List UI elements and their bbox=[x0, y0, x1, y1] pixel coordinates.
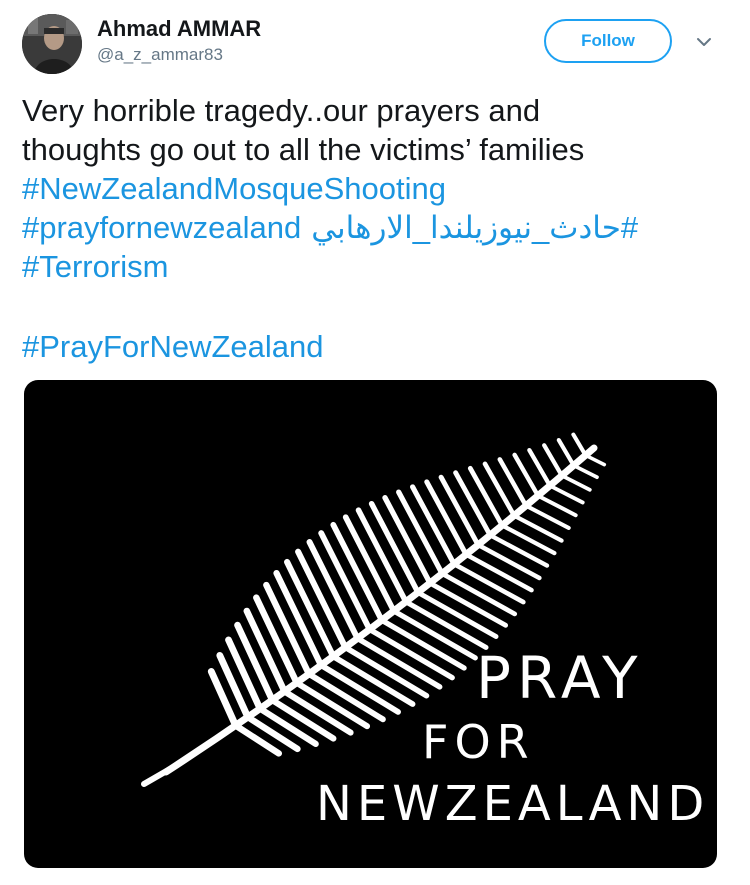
fern-leaflet bbox=[542, 443, 564, 478]
tweet-text-line: Very horrible tragedy..our prayers and bbox=[22, 93, 541, 128]
fern-leaflet bbox=[438, 474, 481, 548]
media-text-pray: PRAY bbox=[476, 644, 644, 712]
user-handle[interactable]: @a_z_ammar83 bbox=[97, 44, 223, 66]
hashtag-link[interactable]: #Terrorism bbox=[22, 249, 168, 284]
display-name[interactable]: Ahmad AMMAR bbox=[97, 16, 261, 42]
fern-leaflet bbox=[547, 483, 585, 505]
fern-leaflet bbox=[451, 561, 526, 605]
chevron-down-icon[interactable] bbox=[694, 32, 714, 52]
avatar[interactable] bbox=[22, 14, 82, 74]
fern-leaflet bbox=[244, 713, 301, 753]
fern-leaflet bbox=[571, 432, 588, 458]
fern-leaflet bbox=[256, 705, 319, 748]
hashtag-link[interactable]: #PrayForNewZealand bbox=[22, 329, 324, 364]
media-text-newzealand: NEWZEALAND bbox=[316, 776, 709, 832]
hashtag-link[interactable]: #prayfornewzealand bbox=[22, 210, 301, 245]
fern-leaflet bbox=[559, 473, 592, 492]
hashtag-link[interactable]: #NewZealandMosqueShooting bbox=[22, 171, 446, 206]
fern-leaflet bbox=[453, 470, 493, 538]
fern-leaflet bbox=[141, 766, 173, 787]
tweet-media-image[interactable]: PRAY FOR NEWZEALAND bbox=[24, 380, 717, 868]
fern-leaflet bbox=[234, 621, 276, 704]
silver-fern-icon bbox=[141, 432, 607, 787]
tweet-text-line: thoughts go out to all the victims’ fami… bbox=[22, 132, 585, 167]
fern-leaflet bbox=[463, 552, 534, 593]
fern-leaflet bbox=[556, 438, 576, 468]
follow-button[interactable]: Follow bbox=[544, 19, 672, 63]
fern-leaflet bbox=[467, 465, 505, 528]
tweet: Ahmad AMMAR @a_z_ammar83 Follow Very hor… bbox=[0, 0, 750, 885]
fern-leaflet bbox=[482, 461, 517, 518]
media-artwork: PRAY FOR NEWZEALAND bbox=[141, 432, 709, 832]
hashtag-link-arabic[interactable]: #حادث_نيوزيلندا_الارهابي bbox=[311, 210, 638, 245]
fern-leaflet bbox=[583, 453, 607, 467]
tweet-text: Very horrible tragedy..our prayers and t… bbox=[22, 91, 732, 366]
fern-leaflet bbox=[527, 448, 553, 488]
media-text-for: FOR bbox=[422, 715, 535, 769]
fern-leaflet bbox=[225, 636, 264, 712]
fern-leaflet bbox=[499, 523, 557, 556]
fern-leaflet bbox=[487, 533, 550, 568]
avatar-photo bbox=[22, 14, 82, 74]
fern-leaflet bbox=[424, 479, 469, 558]
fern-leaflet bbox=[536, 493, 578, 518]
fern-leaflet bbox=[475, 542, 542, 581]
fern-leaflet bbox=[571, 463, 599, 480]
